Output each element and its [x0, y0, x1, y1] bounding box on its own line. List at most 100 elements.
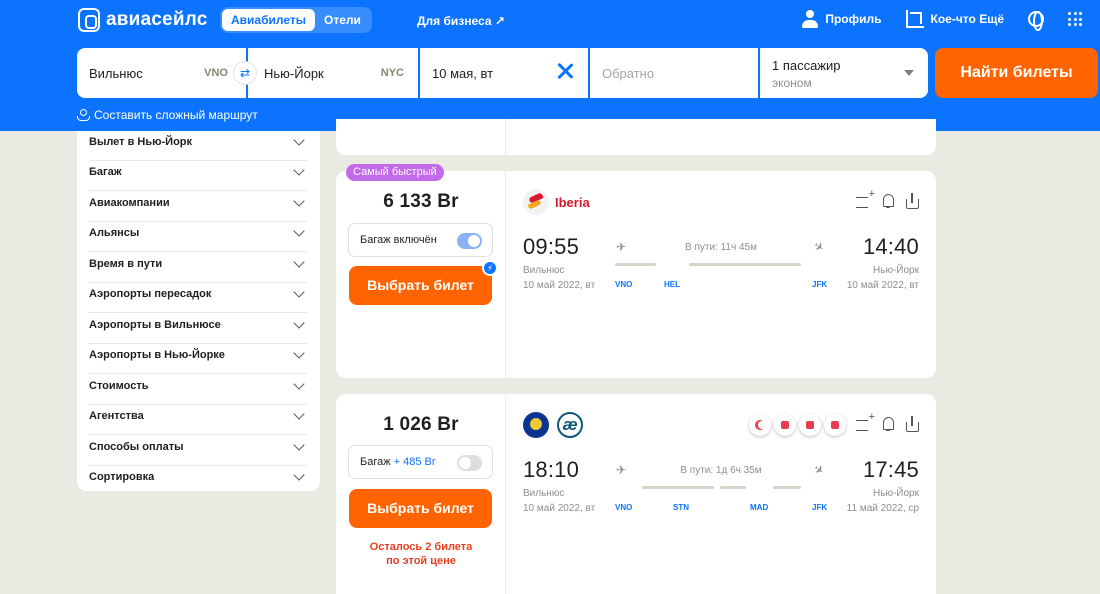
person-icon: [802, 10, 819, 28]
origin-code: VNO: [204, 67, 228, 79]
filter-item[interactable]: Аэропорты в Вильнюсе: [89, 314, 307, 344]
route-icon: [77, 109, 90, 121]
grid-icon: [1068, 12, 1082, 26]
arrive-date: 11 май 2022, ср: [846, 503, 919, 514]
chevron-down-icon: [293, 164, 305, 176]
depart-city: Вильнюс: [523, 265, 565, 276]
air-europa-logo-icon: æ: [557, 412, 583, 438]
chevron-down-icon: [293, 134, 305, 146]
origin-city: Вильнюс: [89, 66, 143, 81]
airline-name: Iberia: [555, 195, 590, 210]
filter-item[interactable]: Аэропорты в Нью-Йорке: [89, 344, 307, 374]
filter-item[interactable]: Стоимость: [89, 375, 307, 405]
passenger-count: 1 пассажир: [772, 58, 841, 73]
language-button[interactable]: [1028, 11, 1044, 31]
baggage-toggle[interactable]: [457, 233, 482, 249]
complex-route-link[interactable]: Составить сложный маршрут: [77, 108, 258, 122]
ticket-tags: [749, 414, 846, 436]
airport-code: VNO: [615, 503, 633, 512]
baggage-toggle[interactable]: [457, 455, 482, 471]
top-header: авиасейлс Авиабилеты Отели Для бизнеса ↗…: [0, 0, 1100, 131]
chevron-down-icon: [293, 378, 305, 390]
add-to-list-icon[interactable]: [856, 411, 875, 432]
takeoff-icon: ✈: [616, 463, 627, 477]
select-ticket-button[interactable]: Выбрать билет: [349, 266, 492, 305]
return-date-field[interactable]: Обратно: [590, 48, 758, 98]
depart-date-field[interactable]: 10 мая, вт: [420, 48, 588, 98]
baggage-extra-price: + 485 Br: [393, 456, 436, 468]
ticket-price-panel: 6 133 Br Багаж включён Выбрать билет ⚡: [336, 171, 506, 378]
logo-icon: [78, 8, 100, 32]
select-ticket-button[interactable]: Выбрать билет: [349, 489, 492, 528]
baggage-option[interactable]: Багаж + 485 Br: [348, 445, 493, 479]
filter-item[interactable]: Агентства: [89, 405, 307, 435]
depart-date: 10 май 2022, вт: [523, 280, 596, 291]
destination-code: NYC: [380, 67, 404, 79]
ticket-card[interactable]: 6 133 Br Багаж включён Выбрать билет ⚡ I…: [336, 171, 936, 378]
search-form: Вильнюс VNO ⇄ Нью-Йорк NYC 10 мая, вт Об…: [77, 48, 928, 98]
fastest-badge: Самый быстрый: [346, 164, 444, 181]
tab-flights[interactable]: Авиабилеты: [222, 9, 315, 31]
ryanair-logo-icon: [523, 412, 549, 438]
airport-code: STN: [673, 503, 689, 512]
arrive-date: 10 май 2022, вт: [846, 280, 919, 291]
baggage-label: Багаж включён: [360, 234, 437, 246]
depart-date: 10 май 2022, вт: [523, 503, 596, 514]
share-icon[interactable]: [904, 193, 920, 209]
tab-hotels[interactable]: Отели: [315, 9, 370, 31]
passengers-field[interactable]: 1 пассажир эконом: [760, 48, 928, 98]
chevron-down-icon: [293, 469, 305, 481]
chevron-down-icon: [293, 225, 305, 237]
chevron-down-icon: [293, 256, 305, 268]
flight-segment: [773, 486, 801, 489]
filter-item[interactable]: Багаж: [89, 161, 307, 191]
ticket-card[interactable]: 1 026 Br Багаж + 485 Br Выбрать билет Ос…: [336, 394, 936, 594]
tickets-left-warning: Осталось 2 билета: [369, 541, 473, 553]
depart-city: Вильнюс: [523, 488, 565, 499]
more-button[interactable]: Кое-что Ещё: [905, 10, 1004, 28]
airport-code: HEL: [664, 280, 680, 289]
bell-icon[interactable]: [880, 193, 896, 209]
ticket-actions: [856, 411, 920, 432]
baggage-option[interactable]: Багаж включён: [348, 223, 493, 257]
ticket-actions: [856, 188, 920, 209]
logo-text: авиасейлс: [106, 9, 208, 30]
filter-item[interactable]: Аэропорты пересадок: [89, 283, 307, 313]
filter-item[interactable]: Время в пути: [89, 253, 307, 283]
flight-duration: В пути: 11ч 45м: [685, 242, 757, 253]
chevron-down-icon: [293, 439, 305, 451]
share-icon[interactable]: [904, 416, 920, 432]
filter-item[interactable]: Вылет в Нью-Йорк: [89, 131, 307, 161]
logo[interactable]: авиасейлс: [78, 8, 208, 32]
add-to-list-icon[interactable]: [856, 188, 875, 209]
filter-item[interactable]: Способы оплаты: [89, 436, 307, 466]
profile-button[interactable]: Профиль: [802, 10, 882, 28]
product-tabs: Авиабилеты Отели: [220, 7, 372, 33]
globe-icon: [1028, 11, 1044, 31]
business-link[interactable]: Для бизнеса ↗: [417, 14, 505, 28]
depart-time: 09:55: [523, 234, 580, 259]
ticket-price: 1 026 Br: [383, 414, 459, 435]
night-flight-icon: [749, 414, 771, 436]
tickets-left-warning: по этой цене: [386, 555, 456, 567]
lightning-icon: ⚡: [482, 260, 498, 276]
origin-field[interactable]: Вильнюс VNO ⇄: [77, 48, 257, 98]
flight-segment: [720, 486, 746, 489]
takeoff-icon: ✈: [616, 240, 627, 254]
swap-icon[interactable]: ⇄: [233, 61, 257, 85]
filter-item[interactable]: Авиакомпании: [89, 192, 307, 222]
return-placeholder: Обратно: [602, 66, 655, 81]
ticket-price: 6 133 Br: [383, 191, 459, 212]
depart-date: 10 мая, вт: [432, 66, 494, 81]
chart-icon: [905, 10, 924, 28]
clear-date-icon[interactable]: [556, 62, 574, 80]
find-tickets-button[interactable]: Найти билеты: [935, 48, 1098, 98]
chevron-down-icon: [293, 347, 305, 359]
transfer-tag-icon: [824, 414, 846, 436]
apps-button[interactable]: [1068, 12, 1082, 26]
bell-icon[interactable]: [880, 416, 896, 432]
destination-field[interactable]: Нью-Йорк NYC: [248, 48, 418, 98]
filter-item[interactable]: Сортировка: [89, 466, 307, 496]
filter-item[interactable]: Альянсы: [89, 222, 307, 252]
flight-duration: В пути: 1д 6ч 35м: [680, 465, 762, 476]
